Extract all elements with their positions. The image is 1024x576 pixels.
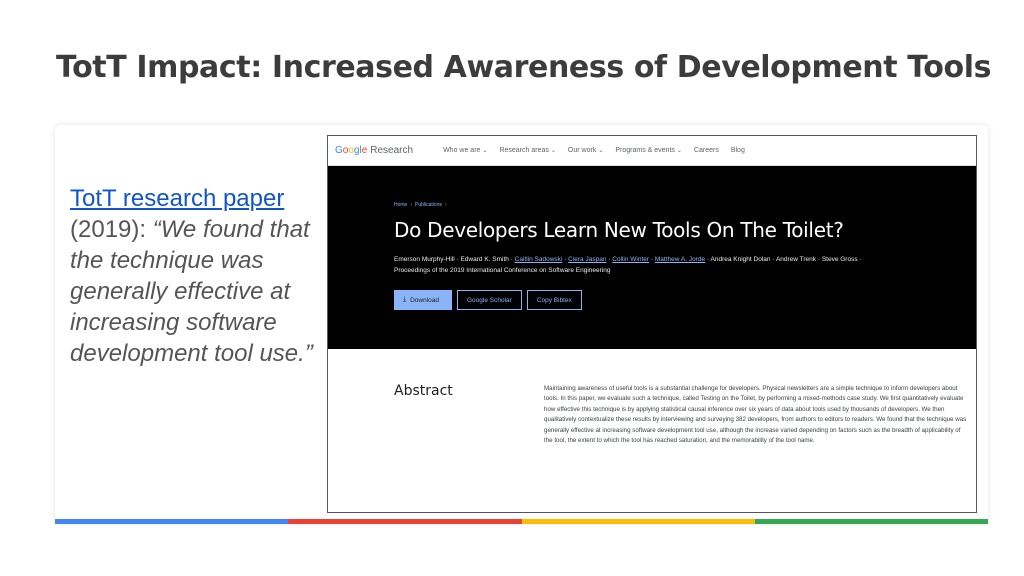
venue: Proceedings of the 2019 International Co…	[394, 267, 611, 274]
nav-who-we-are[interactable]: Who we are ⌄	[443, 147, 487, 154]
google-research-logo[interactable]: Google Research	[335, 145, 413, 156]
nav-careers[interactable]: Careers	[694, 147, 719, 154]
color-segment-green	[754, 519, 988, 524]
abstract-heading: Abstract	[394, 383, 453, 399]
color-segment-red	[288, 519, 522, 524]
breadcrumb: Home › Publications ›	[394, 202, 450, 208]
chevron-down-icon: ⌄	[482, 148, 488, 154]
author: Emerson Murphy-Hill	[394, 256, 455, 263]
action-buttons: ⤓ Download Google Scholar Copy Bibtex	[394, 290, 582, 310]
chevron-down-icon: ⌄	[550, 148, 556, 154]
google-color-bar	[55, 519, 988, 524]
copy-bibtex-button[interactable]: Copy Bibtex	[526, 290, 582, 310]
chevron-right-icon: ›	[410, 202, 413, 208]
nav-blog[interactable]: Blog	[731, 147, 745, 154]
google-scholar-button[interactable]: Google Scholar	[457, 290, 522, 310]
color-segment-blue	[55, 519, 289, 524]
author-list: Emerson Murphy-Hill · Edward K. Smith · …	[394, 256, 862, 263]
embedded-paper-screenshot: Google Research Who we are ⌄ Research area…	[327, 135, 977, 513]
breadcrumb-home[interactable]: Home	[394, 202, 407, 208]
paper-title: Do Developers Learn New Tools On The Toi…	[394, 218, 844, 242]
nav-research-areas[interactable]: Research areas ⌄	[499, 147, 555, 154]
research-paper-link[interactable]: TotT research paper	[70, 185, 284, 212]
author: Andrea Knight Dolan	[710, 256, 771, 263]
author: Andrew Trenk	[775, 256, 817, 263]
author: Steve Gross	[821, 256, 858, 263]
nav-our-work[interactable]: Our work ⌄	[568, 147, 603, 154]
author: Edward K. Smith	[460, 256, 509, 263]
quote-year: (2019):	[70, 216, 147, 243]
color-segment-yellow	[521, 519, 755, 524]
author-link[interactable]: Caitlin Sadowski	[515, 256, 563, 263]
chevron-down-icon: ⌄	[676, 148, 682, 154]
author-link[interactable]: Ciera Jaspan	[568, 256, 606, 263]
slide-title: TotT Impact: Increased Awareness of Deve…	[56, 50, 992, 85]
site-nav: Google Research Who we are ⌄ Research area…	[328, 136, 976, 166]
quote-block: TotT research paper (2019): “We found th…	[70, 183, 325, 369]
paper-hero: Home › Publications › Do Developers Learn N…	[328, 166, 976, 349]
download-icon: ⤓	[403, 296, 407, 303]
breadcrumb-publications[interactable]: Publications	[415, 202, 442, 208]
author-link[interactable]: Collin Winter	[612, 256, 649, 263]
chevron-down-icon: ⌄	[598, 148, 604, 154]
abstract-body: Maintaining awareness of useful tools is…	[544, 385, 967, 445]
chevron-right-icon: ›	[444, 202, 447, 208]
author-link[interactable]: Matthew A. Jorde	[655, 256, 705, 263]
download-button[interactable]: ⤓ Download	[394, 290, 452, 310]
nav-programs-events[interactable]: Programs & events ⌄	[615, 147, 682, 154]
